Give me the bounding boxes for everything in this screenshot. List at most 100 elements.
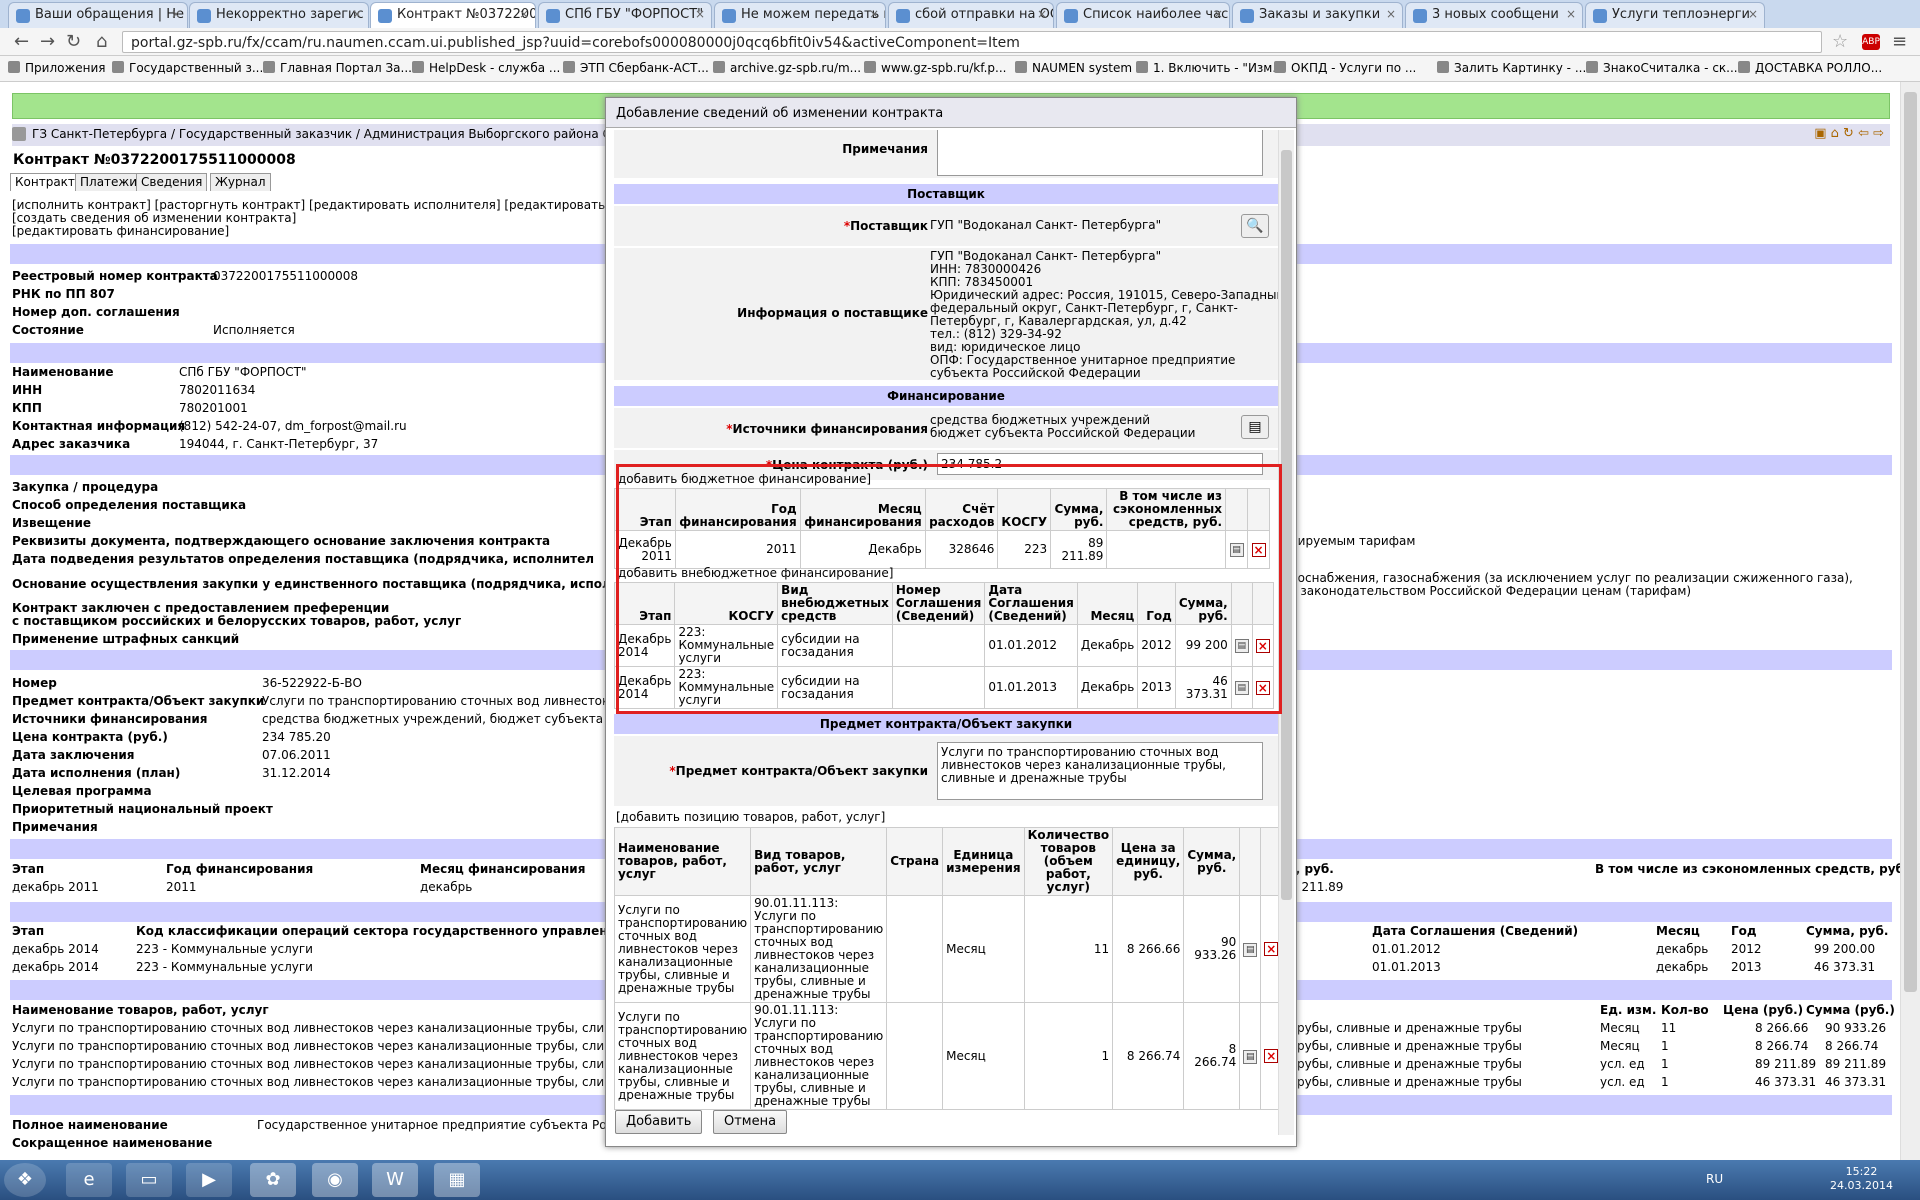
column-header: Сумма, руб. xyxy=(1183,827,1241,896)
field-label: Контактная информация xyxy=(12,419,186,433)
media-icon[interactable]: ▶ xyxy=(186,1163,232,1197)
tab-title: 3 новых сообщени xyxy=(1432,7,1559,22)
browser-tab[interactable]: СПб ГБУ "ФОРПОСТ" × xyxy=(538,2,712,28)
sources-label: *Источники финансирования xyxy=(726,422,928,436)
page-tab[interactable]: Контракт xyxy=(10,173,80,191)
bookmark-item[interactable]: ДОСТАВКА РОЛЛО... xyxy=(1738,61,1882,75)
add-goods-link[interactable]: [добавить позицию товаров, работ, услуг] xyxy=(616,811,885,824)
field-label: Приоритетный национальный проект xyxy=(12,802,273,816)
browser-tab[interactable]: Контракт №037220017× xyxy=(370,2,536,29)
page-tab[interactable]: Сведения xyxy=(136,173,208,191)
tab-title: Контракт №037220017 xyxy=(397,7,535,22)
ie-icon[interactable]: e xyxy=(66,1163,112,1197)
field-value: 0372200175511000008 xyxy=(213,269,359,283)
edit-icon[interactable]: ▤ xyxy=(1243,942,1258,957)
bookmark-item[interactable]: ЭТП Сбербанк-АСТ... xyxy=(563,61,709,75)
bookmark-item[interactable]: archive.gz-spb.ru/m... xyxy=(713,61,861,75)
bookmark-item[interactable]: ОКПД - Услуги по ... xyxy=(1274,61,1416,75)
nav-icons[interactable]: ▣ ⌂ ↻ ⇦ ⇨ xyxy=(1814,126,1884,141)
action-links[interactable]: [исполнить контракт] [расторгнуть контра… xyxy=(12,199,661,238)
ext-date: 01.01.2012 xyxy=(1372,942,1441,956)
section-band xyxy=(10,839,605,859)
supplier-row: *Поставщик ГУП "Водоканал Санкт- Петербу… xyxy=(614,206,1278,246)
menu-icon[interactable]: ≡ xyxy=(1892,31,1907,52)
search-icon[interactable]: 🔍 xyxy=(1241,214,1269,238)
section-band-right xyxy=(1283,839,1892,859)
delete-icon[interactable]: × xyxy=(1264,942,1279,956)
fin-sum: 9 211.89 xyxy=(1290,880,1344,894)
bookmark-icon xyxy=(1738,61,1750,73)
action-link-row[interactable]: [редактировать финансирование] xyxy=(12,225,661,238)
goods-price: 8 266.66 xyxy=(1755,1021,1809,1035)
close-icon[interactable]: × xyxy=(1386,7,1396,21)
field-label: Номер xyxy=(12,676,57,690)
notes-textarea[interactable] xyxy=(937,130,1263,176)
close-icon[interactable]: × xyxy=(869,7,879,21)
close-icon[interactable]: × xyxy=(352,7,362,21)
browser-tab[interactable]: Некорректно зарегис × xyxy=(189,2,369,28)
ext-year: 2013 xyxy=(1731,960,1762,974)
adblock-icon[interactable]: ABP xyxy=(1862,34,1880,50)
page-tab[interactable]: Журнал xyxy=(210,173,271,191)
close-icon[interactable]: × xyxy=(695,7,705,21)
column-header-empty xyxy=(1239,827,1262,896)
goods-price: 46 373.31 xyxy=(1755,1075,1817,1089)
icq-icon[interactable]: ✿ xyxy=(250,1163,296,1197)
field-label: Полное наименование xyxy=(12,1118,168,1132)
close-icon[interactable]: × xyxy=(1037,7,1047,21)
bookmark-item[interactable]: Залить Картинку - ... xyxy=(1437,61,1586,75)
start-icon[interactable]: ❖ xyxy=(4,1163,46,1197)
browser-tab[interactable]: Ваши обращения | Не × xyxy=(8,2,188,28)
address-bar[interactable]: portal.gz-spb.ru/fx/ccam/ru.naumen.ccam.… xyxy=(122,31,1822,53)
close-icon[interactable]: × xyxy=(1213,7,1223,21)
bookmark-item[interactable]: www.gz-spb.ru/kf.p... xyxy=(864,61,1006,75)
chrome-icon[interactable]: ◉ xyxy=(312,1163,358,1197)
bookmark-label: ЗнакоСчиталка - ск... xyxy=(1603,61,1738,75)
subject-label: *Предмет контракта/Объект закупки xyxy=(669,764,928,778)
book-icon[interactable]: ▤ xyxy=(1241,415,1269,439)
browser-tab[interactable]: Услуги теплоэнерги × xyxy=(1585,2,1765,28)
add-button[interactable]: Добавить xyxy=(615,1110,703,1134)
browser-tab[interactable]: Список наиболее час × xyxy=(1056,2,1230,28)
bookmark-item[interactable]: NAUMEN system xyxy=(1015,61,1132,75)
field-value: 194044, г. Санкт-Петербург, 37 xyxy=(179,437,379,451)
back-icon[interactable]: ← xyxy=(14,31,29,52)
reload-icon[interactable]: ↻ xyxy=(66,31,81,52)
bookmark-item[interactable]: Главная Портал За... xyxy=(263,61,412,75)
home-icon[interactable]: ⌂ xyxy=(96,31,107,52)
close-icon[interactable]: × xyxy=(171,7,181,21)
goods-name: Услуги по транспортированию сточных вод … xyxy=(12,1057,648,1071)
print-icon[interactable] xyxy=(12,127,26,141)
subject-textarea[interactable]: Услуги по транспортированию сточных вод … xyxy=(937,742,1263,800)
scroll-thumb[interactable] xyxy=(1904,92,1917,992)
image-viewer-icon[interactable]: ▦ xyxy=(434,1163,480,1197)
table-row: Услуги по транспортированию сточных вод … xyxy=(614,895,1283,1003)
close-icon[interactable]: × xyxy=(519,7,529,21)
delete-icon[interactable]: × xyxy=(1264,1049,1279,1063)
browser-tab[interactable]: Заказы и закупки × xyxy=(1232,2,1403,28)
page-scrollbar[interactable] xyxy=(1900,82,1920,1160)
forward-icon[interactable]: → xyxy=(40,31,55,52)
star-icon[interactable]: ☆ xyxy=(1832,31,1848,52)
edit-icon[interactable]: ▤ xyxy=(1243,1049,1258,1064)
cancel-button[interactable]: Отмена xyxy=(713,1110,788,1134)
cell-kind: 90.01.11.113: Услуги по транспортировани… xyxy=(750,895,888,1003)
clock[interactable]: 15:22 24.03.2014 xyxy=(1830,1165,1893,1193)
bookmark-item[interactable]: 1. Включить - "Изм... xyxy=(1136,61,1284,75)
language-indicator[interactable]: RU xyxy=(1706,1172,1723,1186)
folder-icon[interactable]: ▭ xyxy=(126,1163,172,1197)
bookmark-item[interactable]: HelpDesk - служба ... xyxy=(412,61,560,75)
browser-tab[interactable]: сбой отправки на ОО × xyxy=(888,2,1054,28)
browser-tab[interactable]: 3 новых сообщени × xyxy=(1405,2,1583,28)
word-icon[interactable]: W xyxy=(372,1163,418,1197)
browser-tab[interactable]: Не можем передать и × xyxy=(714,2,886,28)
section-band-right xyxy=(1283,980,1892,1000)
close-icon[interactable]: × xyxy=(1748,7,1758,21)
ext-sum: 99 200.00 xyxy=(1814,942,1876,956)
dialog-scroll-thumb[interactable] xyxy=(1281,150,1292,900)
page-tab[interactable]: Платежи xyxy=(75,173,143,191)
bookmark-item[interactable]: Государственный з... xyxy=(112,61,263,75)
bookmark-item[interactable]: Приложения xyxy=(8,61,106,75)
close-icon[interactable]: × xyxy=(1566,7,1576,21)
bookmark-item[interactable]: ЗнакоСчиталка - ск... xyxy=(1586,61,1738,75)
